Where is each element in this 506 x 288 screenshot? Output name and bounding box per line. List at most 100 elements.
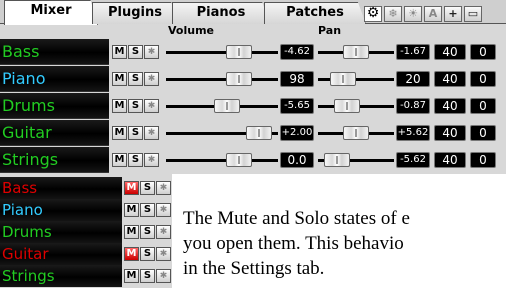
chorus-value[interactable]: 0: [470, 71, 496, 87]
mute-button[interactable]: M: [124, 269, 139, 283]
track-name[interactable]: Piano: [0, 66, 109, 92]
mute-button[interactable]: M: [112, 99, 127, 113]
solo-button[interactable]: S: [140, 247, 155, 261]
state-track-row: Bass M S ✱: [0, 177, 172, 199]
lock-icon[interactable]: ✱: [144, 45, 159, 59]
mixer-track-row: Bass M S ✱ -4.62 -1.67 40 0: [0, 39, 506, 65]
volume-slider-knob[interactable]: [214, 99, 240, 113]
mute-button[interactable]: M: [112, 126, 127, 140]
description-line: The Mute and Solo states of e: [183, 208, 410, 229]
volume-value: 0.0: [280, 152, 314, 168]
description-line: you open them. This behavio: [183, 233, 404, 254]
snowflake-icon[interactable]: ❄: [384, 6, 402, 22]
volume-slider-knob[interactable]: [226, 45, 252, 59]
sun-icon[interactable]: ☀: [404, 6, 422, 22]
state-track-row: Drums M S ✱: [0, 221, 172, 243]
solo-button[interactable]: S: [128, 45, 143, 59]
mixer-track-row: Piano M S ✱ 98 20 40 0: [0, 66, 506, 92]
font-a-icon[interactable]: A: [424, 6, 442, 22]
solo-button[interactable]: S: [140, 203, 155, 217]
reverb-value[interactable]: 40: [434, 125, 466, 141]
chorus-value[interactable]: 0: [470, 98, 496, 114]
pan-slider-knob[interactable]: [324, 153, 350, 167]
track-name[interactable]: Drums: [0, 93, 109, 119]
pan-slider-knob[interactable]: [334, 99, 360, 113]
volume-value: +2.00: [280, 125, 314, 141]
tab-pianos[interactable]: Pianos: [172, 2, 270, 24]
volume-slider-knob[interactable]: [226, 72, 252, 86]
mute-button[interactable]: M: [112, 72, 127, 86]
lock-icon[interactable]: ✱: [156, 203, 171, 217]
volume-slider-track[interactable]: [166, 159, 278, 162]
volume-slider-knob[interactable]: [246, 126, 272, 140]
mute-button[interactable]: M: [124, 181, 139, 195]
plus-icon[interactable]: +: [444, 6, 462, 22]
lock-icon[interactable]: ✱: [144, 72, 159, 86]
gear-icon[interactable]: ⚙: [364, 6, 382, 22]
state-track-row: Strings M S ✱: [0, 265, 172, 287]
tab-patches[interactable]: Patches: [264, 2, 366, 24]
volume-value: 98: [280, 71, 314, 87]
lock-icon[interactable]: ✱: [156, 269, 171, 283]
solo-button[interactable]: S: [140, 181, 155, 195]
pan-slider-knob[interactable]: [343, 126, 369, 140]
solo-button[interactable]: S: [140, 269, 155, 283]
pan-slider-knob[interactable]: [343, 45, 369, 59]
reverb-value[interactable]: 40: [434, 152, 466, 168]
reverb-value[interactable]: 40: [434, 71, 466, 87]
solo-button[interactable]: S: [140, 225, 155, 239]
volume-value: -5.65: [280, 98, 314, 114]
lock-icon[interactable]: ✱: [156, 181, 171, 195]
track-name[interactable]: Piano: [0, 199, 122, 221]
chorus-value[interactable]: 0: [470, 152, 496, 168]
lock-icon[interactable]: ✱: [156, 247, 171, 261]
tab-bar: Mixer Plugins Pianos Patches ⚙ ❄ ☀ A + ▭: [0, 0, 506, 25]
lock-icon[interactable]: ✱: [144, 126, 159, 140]
lock-icon[interactable]: ✱: [144, 99, 159, 113]
mixer-track-row: Guitar M S ✱ +2.00 +5.62 40 0: [0, 120, 506, 146]
pan-value: +5.62: [396, 125, 430, 141]
volume-slider-track[interactable]: [166, 51, 278, 54]
volume-header: Volume: [168, 24, 214, 37]
pan-value: -1.67: [396, 44, 430, 60]
description-text: The Mute and Solo states of e you open t…: [183, 206, 410, 281]
description-line: in the Settings tab.: [183, 258, 325, 279]
volume-slider-track[interactable]: [166, 78, 278, 81]
track-name[interactable]: Bass: [0, 177, 122, 199]
solo-button[interactable]: S: [128, 72, 143, 86]
pan-value: 20: [396, 71, 430, 87]
mixer-track-row: Drums M S ✱ -5.65 -0.87 40 0: [0, 93, 506, 119]
pan-header: Pan: [318, 24, 342, 37]
track-name[interactable]: Strings: [0, 265, 122, 287]
track-name[interactable]: Drums: [0, 221, 122, 243]
volume-slider-knob[interactable]: [226, 153, 252, 167]
mute-button[interactable]: M: [124, 203, 139, 217]
pan-value: -5.62: [396, 152, 430, 168]
lock-icon[interactable]: ✱: [144, 153, 159, 167]
mixer-track-row: Strings M S ✱ 0.0 -5.62 40 0: [0, 147, 506, 173]
tab-plugins[interactable]: Plugins: [92, 2, 178, 24]
tab-mixer[interactable]: Mixer: [4, 0, 98, 25]
mute-button[interactable]: M: [112, 153, 127, 167]
solo-button[interactable]: S: [128, 126, 143, 140]
solo-button[interactable]: S: [128, 99, 143, 113]
volume-value: -4.62: [280, 44, 314, 60]
track-name[interactable]: Bass: [0, 39, 109, 65]
solo-button[interactable]: S: [128, 153, 143, 167]
chorus-value[interactable]: 0: [470, 125, 496, 141]
state-track-row: Piano M S ✱: [0, 199, 172, 221]
lock-icon[interactable]: ✱: [156, 225, 171, 239]
window-icon[interactable]: ▭: [464, 6, 482, 22]
track-name[interactable]: Strings: [0, 147, 109, 173]
reverb-value[interactable]: 40: [434, 44, 466, 60]
track-name[interactable]: Guitar: [0, 243, 122, 265]
track-name[interactable]: Guitar: [0, 120, 109, 146]
chorus-value[interactable]: 0: [470, 44, 496, 60]
state-track-row: Guitar M S ✱: [0, 243, 172, 265]
mute-button[interactable]: M: [112, 45, 127, 59]
mute-button[interactable]: M: [124, 225, 139, 239]
reverb-value[interactable]: 40: [434, 98, 466, 114]
mute-button[interactable]: M: [124, 247, 139, 261]
track-state-panel: Bass M S ✱ Piano M S ✱ Drums M S ✱ Guitar M…: [0, 174, 172, 288]
pan-slider-knob[interactable]: [330, 72, 356, 86]
